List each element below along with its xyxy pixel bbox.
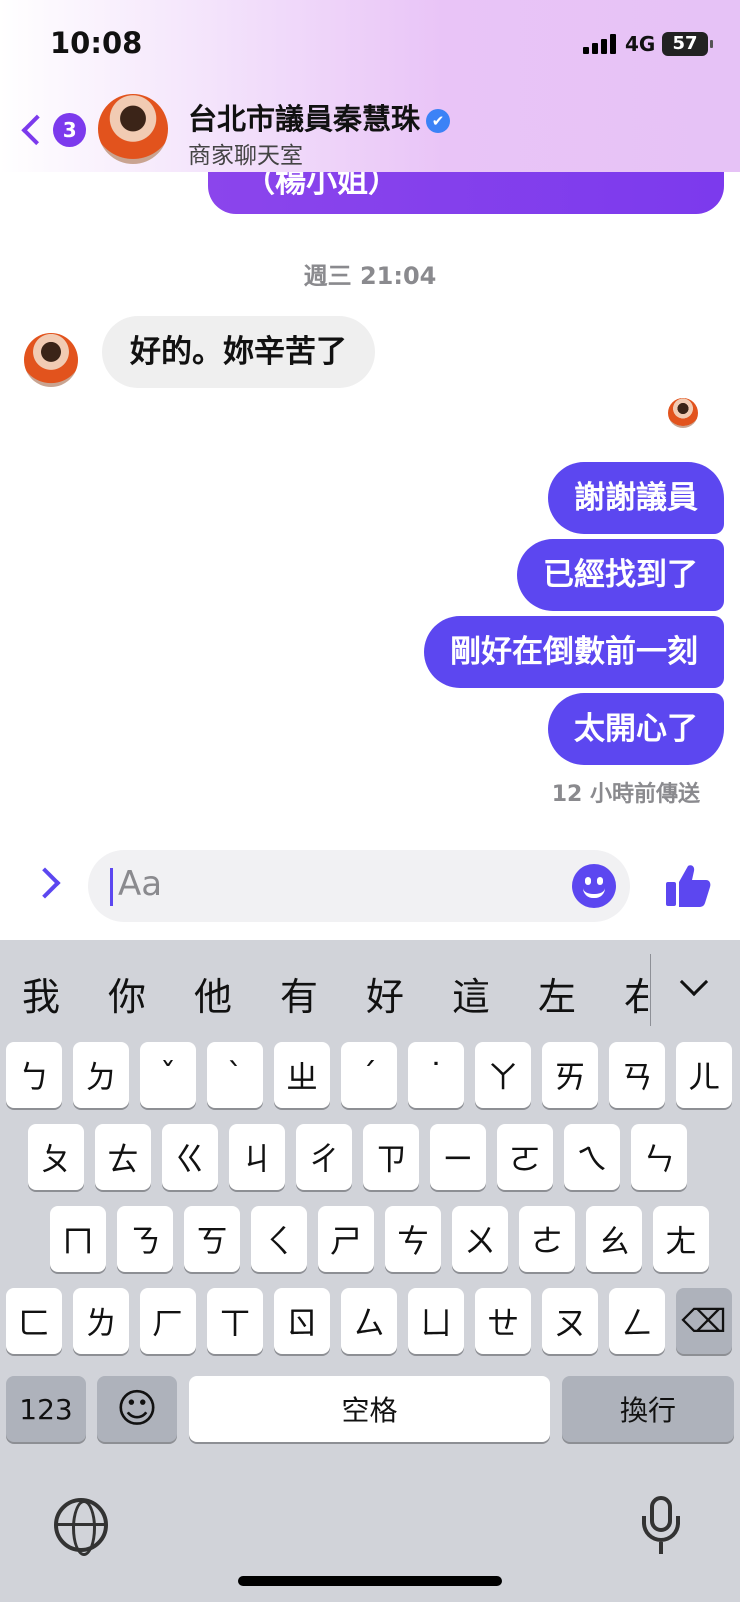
key[interactable]: ㄒ: [207, 1288, 263, 1354]
back-button[interactable]: 3: [16, 106, 86, 154]
candidate[interactable]: 好: [366, 966, 404, 1021]
candidate-divider: [650, 954, 651, 1026]
unread-badge: 3: [53, 113, 86, 147]
candidate[interactable]: 我: [22, 966, 60, 1021]
key[interactable]: ㄐ: [229, 1124, 285, 1190]
candidate[interactable]: 你: [108, 966, 146, 1021]
key[interactable]: ㄢ: [609, 1042, 665, 1108]
backspace-key[interactable]: ⌫: [676, 1288, 732, 1354]
key[interactable]: ˋ: [207, 1042, 263, 1108]
key[interactable]: ㄧ: [430, 1124, 486, 1190]
verified-badge-icon: ✔: [426, 109, 451, 133]
key[interactable]: ㄉ: [73, 1042, 129, 1108]
candidate[interactable]: 這: [452, 966, 490, 1021]
network-type: 4G: [625, 32, 656, 56]
cellular-signal-icon: [583, 34, 619, 54]
key[interactable]: ㄘ: [385, 1206, 441, 1272]
key[interactable]: ˇ: [140, 1042, 196, 1108]
key[interactable]: ㄜ: [519, 1206, 575, 1272]
key[interactable]: ㄌ: [73, 1288, 129, 1354]
key[interactable]: ㄕ: [318, 1206, 374, 1272]
outgoing-message[interactable]: 剛好在倒數前一刻: [424, 616, 724, 688]
incoming-message[interactable]: 好的。妳辛苦了: [102, 316, 375, 388]
key[interactable]: ㄣ: [631, 1124, 687, 1190]
key[interactable]: ㄎ: [184, 1206, 240, 1272]
sender-avatar[interactable]: [24, 333, 78, 387]
key[interactable]: ㄈ: [6, 1288, 62, 1354]
candidate-bar: 我 你 他 有 好 這 左 右: [0, 940, 740, 1038]
key[interactable]: ㄑ: [251, 1206, 307, 1272]
key[interactable]: ˊ: [341, 1042, 397, 1108]
microphone-icon[interactable]: [640, 1496, 684, 1558]
numbers-key[interactable]: 123: [6, 1376, 86, 1442]
key[interactable]: ㄟ: [564, 1124, 620, 1190]
candidate[interactable]: 有: [280, 966, 318, 1021]
text-caret: [110, 868, 113, 906]
key[interactable]: ㄩ: [408, 1288, 464, 1354]
key[interactable]: ㄥ: [609, 1288, 665, 1354]
key[interactable]: ㄚ: [475, 1042, 531, 1108]
thumbs-up-icon[interactable]: [664, 862, 712, 910]
key[interactable]: ㄗ: [363, 1124, 419, 1190]
space-key[interactable]: 空格: [189, 1376, 550, 1442]
message-input-placeholder: Aa: [118, 864, 163, 904]
smiley-icon[interactable]: [572, 864, 616, 908]
message-input[interactable]: Aa: [88, 850, 630, 922]
candidate[interactable]: 右: [624, 966, 648, 1021]
key[interactable]: ㄦ: [676, 1042, 732, 1108]
status-time: 10:08: [50, 26, 143, 60]
status-bar: 10:08 4G 57: [0, 0, 740, 88]
emoji-key[interactable]: ☺: [97, 1376, 177, 1442]
expand-actions-chevron-right-icon[interactable]: [29, 867, 61, 899]
key[interactable]: ㄠ: [586, 1206, 642, 1272]
key[interactable]: ㄔ: [296, 1124, 352, 1190]
battery-icon: 57: [662, 32, 713, 56]
contact-subtitle: 商家聊天室: [188, 143, 303, 169]
contact-name[interactable]: 台北市議員秦慧珠 ✔: [188, 96, 451, 138]
key[interactable]: ㄋ: [117, 1206, 173, 1272]
key[interactable]: ㄓ: [274, 1042, 330, 1108]
key[interactable]: ㄛ: [497, 1124, 553, 1190]
outgoing-message[interactable]: 太開心了: [548, 693, 724, 765]
key[interactable]: ㄙ: [341, 1288, 397, 1354]
read-receipt-avatar: [668, 398, 698, 428]
sent-status: 12 小時前傳送: [551, 782, 700, 807]
key[interactable]: ㄆ: [28, 1124, 84, 1190]
home-indicator: [238, 1576, 502, 1586]
key[interactable]: ㄤ: [653, 1206, 709, 1272]
outgoing-message[interactable]: 謝謝議員: [548, 462, 724, 534]
keyboard: 我 你 他 有 好 這 左 右 ㄅ ㄉ ˇ ˋ ㄓ ˊ ˙ ㄚ ㄞ ㄢ ㄦ ㄆ …: [0, 940, 740, 1602]
key[interactable]: ㄇ: [50, 1206, 106, 1272]
key[interactable]: ㄅ: [6, 1042, 62, 1108]
chat-header: 3 台北市議員秦慧珠 ✔ 商家聊天室: [0, 88, 740, 172]
key[interactable]: ㄡ: [542, 1288, 598, 1354]
globe-icon[interactable]: [54, 1498, 108, 1556]
key[interactable]: ㄊ: [95, 1124, 151, 1190]
key[interactable]: ˙: [408, 1042, 464, 1108]
key[interactable]: ㄝ: [475, 1288, 531, 1354]
chevron-down-icon[interactable]: [679, 967, 709, 997]
contact-avatar[interactable]: [98, 94, 168, 164]
key[interactable]: ㄞ: [542, 1042, 598, 1108]
return-key[interactable]: 換行: [562, 1376, 734, 1442]
outgoing-message[interactable]: 已經找到了: [517, 539, 724, 611]
message-timestamp: 週三 21:04: [303, 262, 437, 290]
key[interactable]: ㄍ: [162, 1124, 218, 1190]
candidate[interactable]: 他: [194, 966, 232, 1021]
contact-name-text: 台北市議員秦慧珠: [188, 102, 421, 136]
candidate[interactable]: 左: [538, 966, 576, 1021]
key[interactable]: ㄏ: [140, 1288, 196, 1354]
key[interactable]: ㄨ: [452, 1206, 508, 1272]
key[interactable]: ㄖ: [274, 1288, 330, 1354]
chevron-left-icon: [21, 114, 52, 146]
